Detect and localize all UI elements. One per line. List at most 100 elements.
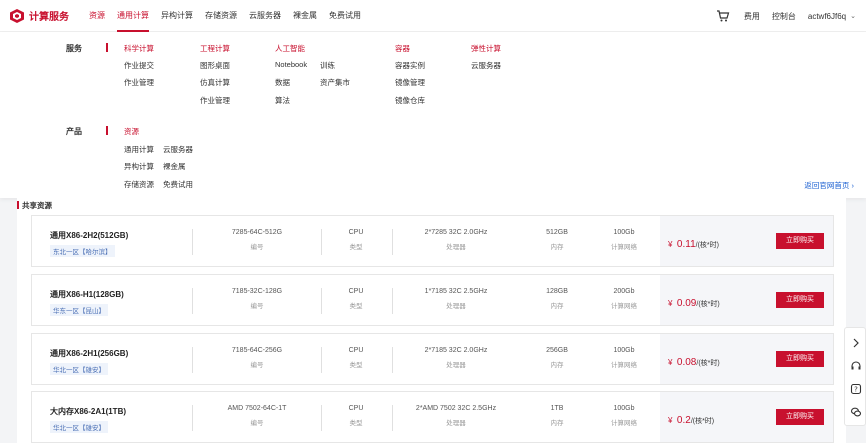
nav-item-heterogeneous[interactable]: 异构计算 [155, 0, 199, 32]
buy-now-button[interactable]: 立即购买 [776, 292, 824, 308]
resource-card: 大内存X86-2A1(1TB) 华北一区【雄安】 AMD 7502-64C-1T 编号… [31, 391, 834, 443]
headset-icon[interactable] [850, 360, 862, 372]
divider [392, 347, 393, 373]
col-title-engineering[interactable]: 工程计算 [200, 43, 230, 54]
chevron-down-icon: ⌄ [850, 13, 856, 20]
product-item-storage[interactable]: 存储资源 [124, 179, 154, 190]
spec-code: AMD 7502-64C-1T 编号 [227, 405, 287, 427]
menu-item-job-submit[interactable]: 作业提交 [124, 60, 154, 71]
menu-item-data[interactable]: 数据 [275, 77, 290, 88]
service-section-bar [106, 43, 108, 52]
resource-card: 通用X86-H1(128GB) 华东一区【昆山】 7185-32C-128G 编号 CP… [31, 274, 834, 326]
spec-cpu: 2*AMD 7502 32C 2.5GHz 处理器 [415, 405, 497, 427]
nav-item-bare-metal[interactable]: 裸金属 [287, 0, 323, 32]
divider [321, 405, 322, 431]
divider [321, 288, 322, 314]
fee-link[interactable]: 费用 [744, 11, 760, 22]
spec-type: CPU 类型 [348, 288, 364, 310]
console-link[interactable]: 控制台 [772, 11, 796, 22]
divider [192, 288, 193, 314]
product-title-resources[interactable]: 资源 [124, 126, 139, 137]
logo[interactable]: 计算服务 [9, 8, 69, 24]
card-title: 通用X86-2H1(256GB) [50, 349, 129, 358]
col-title-elastic[interactable]: 弹性计算 [471, 43, 501, 54]
region-tag: 华北一区【雄安】 [50, 421, 108, 433]
resource-card: 通用X86-2H2(512GB) 东北一区【哈尔滨】 7285-64C-512G 编号… [31, 215, 834, 267]
product-item-bare-metal[interactable]: 裸金属 [163, 161, 186, 172]
price-zone: ¥ 0.09/(核*时) 立即购买 [660, 275, 833, 325]
menu-item-asset-market[interactable]: 资产集市 [320, 77, 350, 88]
price-zone: ¥ 0.2/(核*时) 立即购买 [660, 392, 833, 442]
menu-item-training[interactable]: 训练 [320, 60, 335, 71]
top-navbar: 计算服务 资源 通用计算 异构计算 存储资源 云服务器 裸金属 免费试用 费用 … [0, 0, 866, 32]
product-section-bar [106, 126, 108, 135]
product-item-free-trial[interactable]: 免费试用 [163, 179, 193, 190]
menu-item-elastic-cloud-server[interactable]: 云服务器 [471, 60, 501, 71]
spec-memory: 128GB 内存 [546, 288, 568, 310]
product-section-label: 产品 [66, 127, 82, 136]
menu-item-graphic-desktop[interactable]: 图形桌面 [200, 60, 230, 71]
section-title: 共享资源 [17, 201, 52, 210]
product-item-heterogeneous[interactable]: 异构计算 [124, 161, 154, 172]
main-nav: 资源 通用计算 异构计算 存储资源 云服务器 裸金属 免费试用 [83, 0, 367, 32]
user-menu[interactable]: actwf6Jf6q ⌄ [808, 12, 856, 21]
divider [392, 229, 393, 255]
region-tag: 华北一区【雄安】 [50, 363, 108, 375]
menu-item-image-repo[interactable]: 镜像仓库 [395, 95, 425, 106]
nav-item-general-compute[interactable]: 通用计算 [111, 0, 155, 32]
region-tag: 华东一区【昆山】 [50, 304, 108, 316]
back-home-link[interactable]: 返回官网首页 › [804, 180, 854, 191]
region-tag: 东北一区【哈尔滨】 [50, 245, 115, 257]
chat-icon[interactable] [850, 406, 862, 418]
divider [192, 229, 193, 255]
logo-text: 计算服务 [29, 12, 69, 23]
spec-type: CPU 类型 [348, 229, 364, 251]
buy-now-button[interactable]: 立即购买 [776, 351, 824, 367]
menu-item-container-instance[interactable]: 容器实例 [395, 60, 425, 71]
spec-type: CPU 类型 [348, 347, 364, 369]
menu-item-job-manage[interactable]: 作业管理 [124, 77, 154, 88]
nav-item-resources[interactable]: 资源 [83, 0, 111, 32]
card-title: 通用X86-2H2(512GB) [50, 231, 129, 240]
spec-memory: 512GB 内存 [546, 229, 568, 251]
product-item-general[interactable]: 通用计算 [124, 144, 154, 155]
col-title-science[interactable]: 科学计算 [124, 43, 154, 54]
spec-memory: 256GB 内存 [546, 347, 568, 369]
col-title-ai[interactable]: 人工智能 [275, 43, 305, 54]
buy-now-button[interactable]: 立即购买 [776, 409, 824, 425]
col-title-container[interactable]: 容器 [395, 43, 410, 54]
divider [392, 288, 393, 314]
buy-now-button[interactable]: 立即购买 [776, 233, 824, 249]
price: ¥ 0.2/(核*时) [668, 415, 715, 426]
spec-network: 100Gb 计算网络 [611, 347, 637, 369]
right-nav: 费用 控制台 actwf6Jf6q ⌄ [716, 0, 866, 32]
username: actwf6Jf6q [807, 11, 847, 21]
spec-cpu: 1*7185 32C 2.5GHz 处理器 [424, 288, 488, 310]
card-title: 通用X86-H1(128GB) [50, 290, 124, 299]
spec-network: 100Gb 计算网络 [611, 405, 637, 427]
nav-item-cloud-server[interactable]: 云服务器 [243, 0, 287, 32]
cart-icon[interactable] [716, 9, 730, 23]
menu-item-algorithm[interactable]: 算法 [275, 95, 290, 106]
price: ¥ 0.11/(核*时) [668, 239, 719, 250]
nav-item-free-trial[interactable]: 免费试用 [323, 0, 367, 32]
nav-item-storage[interactable]: 存储资源 [199, 0, 243, 32]
menu-item-image-manage[interactable]: 镜像管理 [395, 77, 425, 88]
divider [321, 229, 322, 255]
spec-code: 7285-64C-512G 编号 [231, 229, 283, 251]
mega-menu: 服务 科学计算 作业提交 作业管理 工程计算 图形桌面 仿真计算 作业管理 人工… [0, 32, 866, 198]
product-item-cloud-server[interactable]: 云服务器 [163, 144, 193, 155]
divider [321, 347, 322, 373]
chevron-right-icon[interactable] [850, 337, 862, 349]
menu-item-notebook[interactable]: Notebook [275, 60, 307, 69]
service-section-label: 服务 [66, 44, 82, 53]
menu-item-eng-job-manage[interactable]: 作业管理 [200, 95, 230, 106]
chevron-right-icon: › [851, 181, 855, 190]
price: ¥ 0.09/(核*时) [668, 298, 720, 309]
divider [392, 405, 393, 431]
svg-text:?: ? [854, 386, 858, 394]
divider [192, 347, 193, 373]
menu-item-simulation[interactable]: 仿真计算 [200, 77, 230, 88]
divider [192, 405, 193, 431]
help-icon[interactable]: ? [850, 383, 862, 395]
